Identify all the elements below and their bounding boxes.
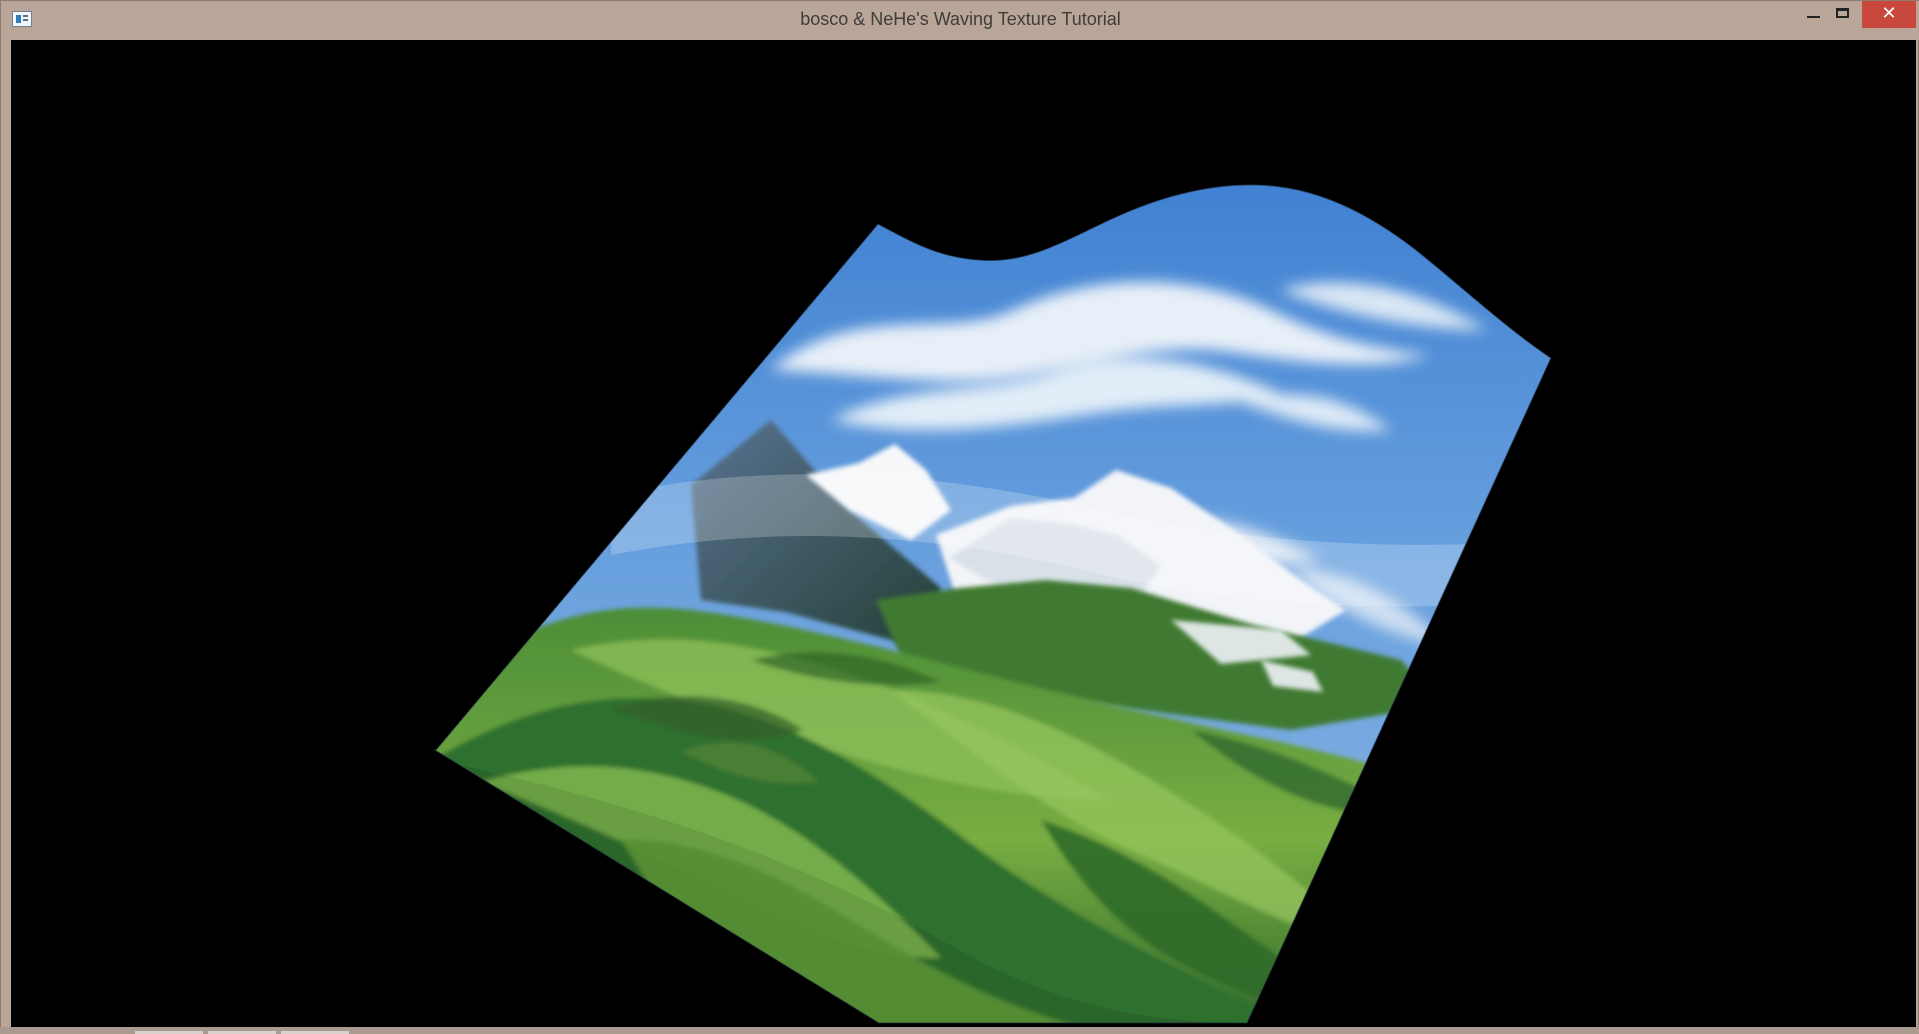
waving-texture-scene: [432, 184, 1552, 1024]
close-icon: ✕: [1881, 3, 1897, 24]
window-title: bosco & NeHe's Waving Texture Tutorial: [800, 9, 1121, 29]
minimize-button[interactable]: [1801, 1, 1827, 27]
maximize-button[interactable]: [1830, 1, 1856, 27]
opengl-render-area[interactable]: [11, 40, 1916, 1028]
application-window: bosco & NeHe's Waving Texture Tutorial ✕: [0, 0, 1919, 1034]
minimize-icon: [1807, 16, 1820, 18]
close-button[interactable]: ✕: [1862, 1, 1916, 28]
maximize-icon: [1836, 8, 1849, 18]
window-titlebar[interactable]: bosco & NeHe's Waving Texture Tutorial ✕: [1, 1, 1919, 40]
